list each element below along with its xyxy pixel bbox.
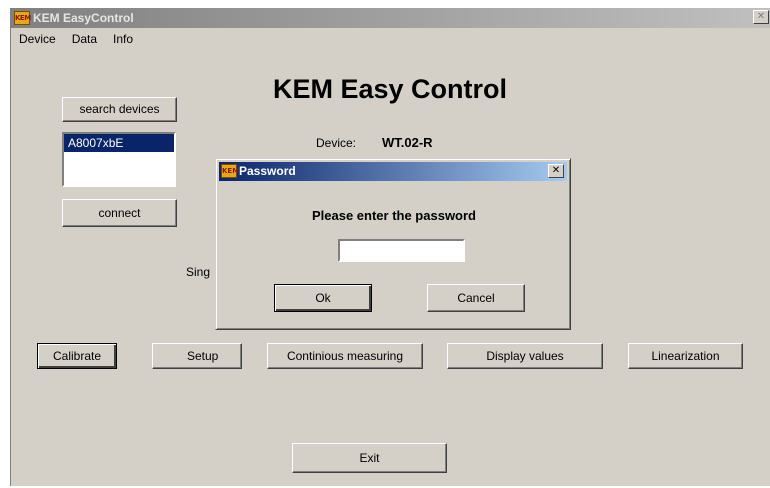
- device-label: Device:: [316, 136, 357, 150]
- setup-button[interactable]: Setup: [152, 343, 242, 369]
- title-bar[interactable]: KEM KEM EasyControl ✕: [11, 8, 770, 28]
- device-list[interactable]: A8007xbE: [62, 132, 176, 187]
- ok-button[interactable]: Ok: [274, 284, 372, 312]
- menu-device[interactable]: Device: [11, 28, 64, 50]
- password-dialog: KEM Password ✕ Please enter the password…: [215, 158, 571, 330]
- dialog-close-icon[interactable]: ✕: [548, 164, 564, 178]
- calibrate-button[interactable]: Calibrate: [37, 343, 117, 369]
- connect-button[interactable]: connect: [62, 199, 177, 227]
- search-devices-button[interactable]: search devices: [62, 97, 177, 122]
- menu-info[interactable]: Info: [105, 28, 141, 50]
- exit-button[interactable]: Exit: [292, 443, 447, 473]
- kem-logo-icon: KEM: [221, 164, 239, 178]
- display-values-button[interactable]: Display values: [447, 343, 603, 369]
- cancel-button[interactable]: Cancel: [427, 284, 525, 312]
- dialog-title: Password: [239, 164, 296, 178]
- menu-data[interactable]: Data: [64, 28, 105, 50]
- continuous-measuring-button[interactable]: Continious measuring: [267, 343, 423, 369]
- device-value: WT.02-R: [382, 135, 433, 150]
- password-prompt: Please enter the password: [311, 208, 476, 223]
- password-input[interactable]: [338, 239, 465, 262]
- kem-logo-icon: KEM: [14, 11, 31, 25]
- window-title: KEM EasyControl: [33, 11, 134, 25]
- sing-label: Sing: [186, 265, 211, 279]
- dialog-title-bar[interactable]: KEM Password ✕: [219, 162, 567, 181]
- menu-bar: Device Data Info: [11, 28, 770, 50]
- list-item[interactable]: A8007xbE: [64, 134, 174, 152]
- close-icon[interactable]: ✕: [753, 10, 769, 24]
- linearization-button[interactable]: Linearization: [628, 343, 743, 369]
- app-heading: KEM Easy Control: [272, 74, 508, 104]
